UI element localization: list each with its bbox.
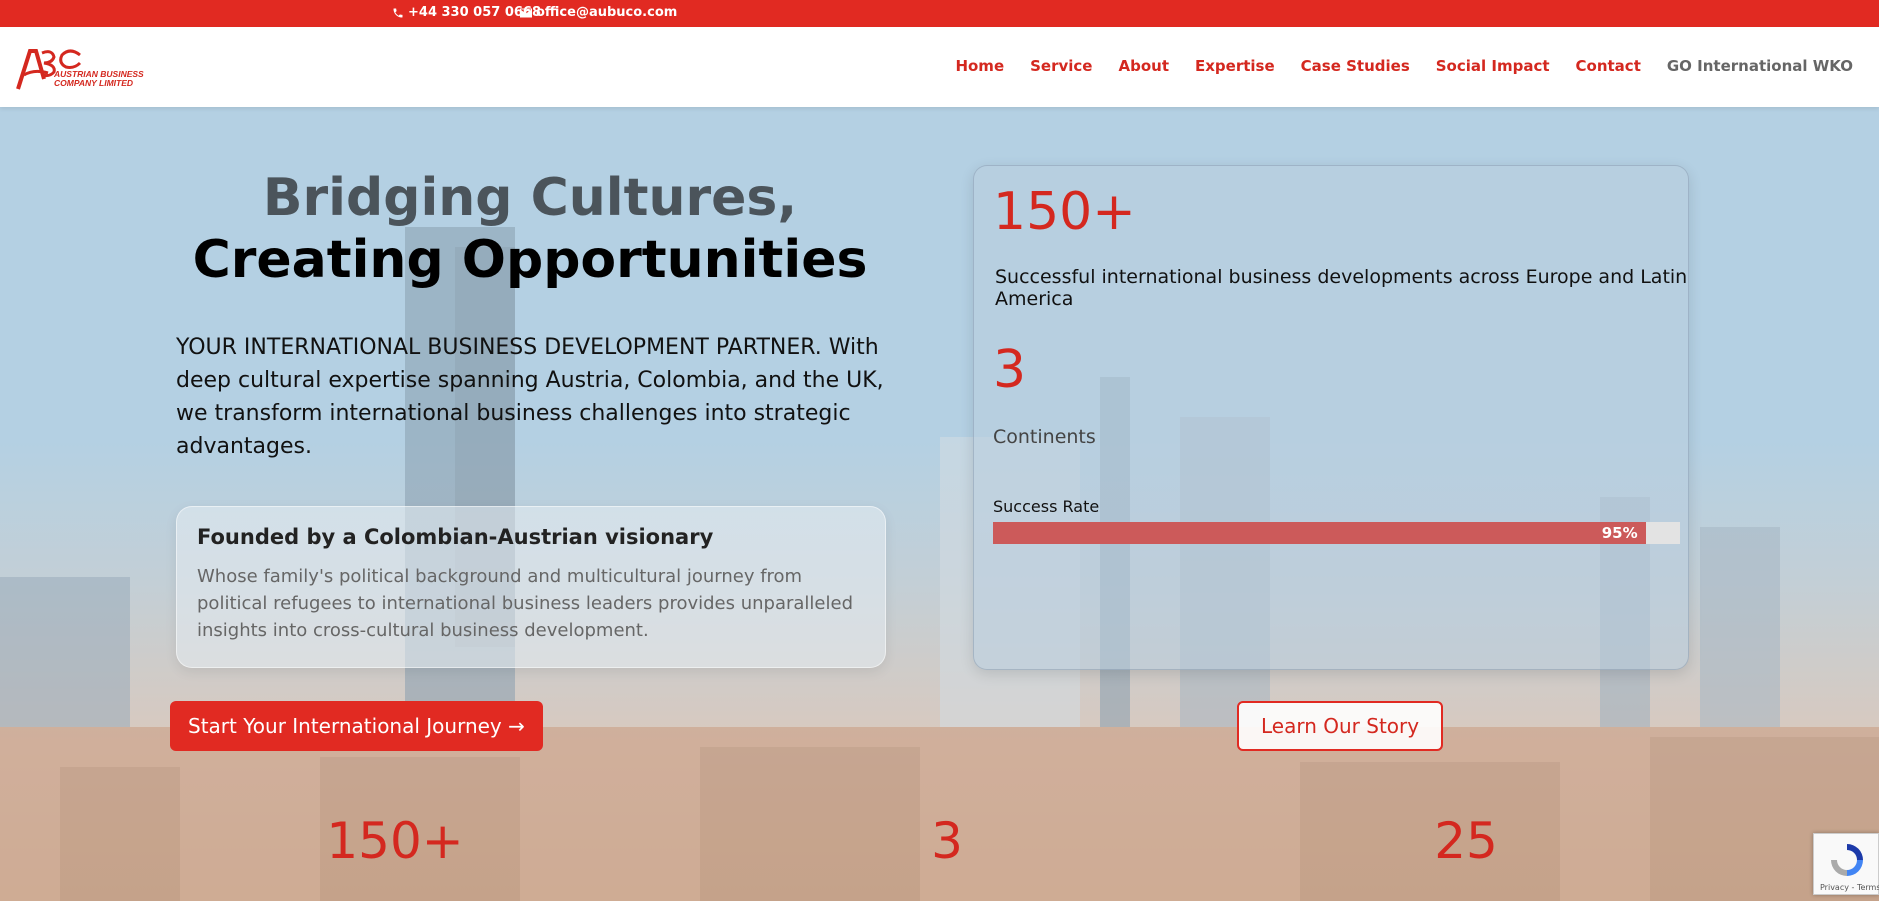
headline-line1: Bridging Cultures, <box>262 168 798 228</box>
hero-headline: Bridging Cultures, Creating Opportunitie… <box>150 167 910 291</box>
stats-card: 150+ Successful international business d… <box>973 165 1689 670</box>
founder-card: Founded by a Colombian-Austrian visionar… <box>176 506 886 668</box>
phone-icon <box>393 8 403 17</box>
headline-line2: Creating Opportunities <box>192 230 868 290</box>
success-rate-bar: 95% <box>993 522 1680 544</box>
recaptcha-icon <box>1831 844 1863 876</box>
nav-service[interactable]: Service <box>1030 57 1092 75</box>
phone-contact[interactable]: +44 330 057 0668 <box>392 5 541 20</box>
founder-title: Founded by a Colombian-Austrian visionar… <box>197 525 714 549</box>
site-header: AUSTRIAN BUSINESS COMPANY LIMITED Home S… <box>0 27 1879 107</box>
stat-continents-value: 3 <box>993 340 1027 400</box>
stat-continents-label: Continents <box>993 426 1096 448</box>
top-contact-bar: +44 330 057 0668 office@aubuco.com <box>0 0 1879 27</box>
success-rate-label: Success Rate <box>993 497 1100 516</box>
recaptcha-badge[interactable]: Privacy - Terms <box>1813 833 1879 895</box>
envelope-icon <box>520 8 532 17</box>
nav-social-impact[interactable]: Social Impact <box>1436 57 1550 75</box>
bottom-stat-1-value: 150+ <box>326 812 464 870</box>
nav-home[interactable]: Home <box>955 57 1004 75</box>
hero-intro-text: YOUR INTERNATIONAL BUSINESS DEVELOPMENT … <box>176 335 884 459</box>
nav-case-studies[interactable]: Case Studies <box>1301 57 1410 75</box>
nav-expertise[interactable]: Expertise <box>1195 57 1275 75</box>
stat-developments-label: Successful international business develo… <box>995 266 1688 310</box>
founder-text: Whose family's political background and … <box>197 566 853 641</box>
success-rate-fill: 95% <box>993 522 1646 544</box>
bottom-stat-2-value: 3 <box>931 812 963 870</box>
learn-story-button[interactable]: Learn Our Story <box>1237 701 1444 751</box>
success-rate-percent: 95% <box>1601 524 1638 542</box>
hero-section: Bridging Cultures, Creating Opportunitie… <box>0 107 1879 901</box>
bottom-stat-3-value: 25 <box>1434 812 1498 870</box>
nav-go-international-wko[interactable]: GO International WKO <box>1667 57 1853 75</box>
nav-about[interactable]: About <box>1118 57 1169 75</box>
start-journey-button[interactable]: Start Your International Journey → <box>170 701 543 751</box>
logo-line2: COMPANY LIMITED <box>54 78 133 88</box>
email-contact[interactable]: office@aubuco.com <box>520 5 677 20</box>
email-address: office@aubuco.com <box>536 5 678 20</box>
main-nav: Home Service About Expertise Case Studie… <box>955 57 1853 75</box>
stat-developments-value: 150+ <box>993 182 1136 242</box>
nav-contact[interactable]: Contact <box>1576 57 1641 75</box>
company-logo[interactable]: AUSTRIAN BUSINESS COMPANY LIMITED <box>14 45 154 91</box>
recaptcha-text: Privacy - Terms <box>1820 883 1879 892</box>
